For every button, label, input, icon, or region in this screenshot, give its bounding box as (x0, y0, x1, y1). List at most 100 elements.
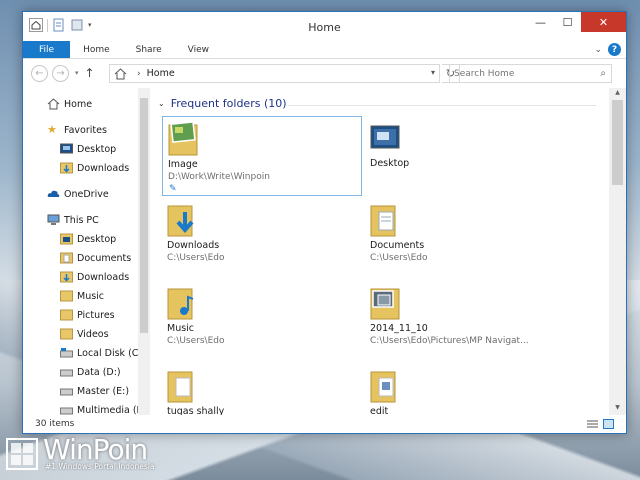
downloads-icon (60, 271, 73, 283)
sidebar-item-documents[interactable]: Documents (60, 250, 131, 266)
help-icon[interactable]: ? (608, 43, 621, 56)
tab-file[interactable]: File (23, 41, 71, 58)
drive-icon (60, 407, 73, 415)
nav-scrollbar-thumb[interactable] (140, 98, 148, 333)
group-divider (288, 105, 596, 106)
address-bar-row: ← → ▾ ↑ › Home ▾ ↻ ⌕ (23, 59, 626, 87)
sidebar-item-label: OneDrive (64, 188, 109, 200)
group-title: Frequent folders (10) (170, 97, 287, 110)
expand-ribbon-icon[interactable]: ⌄ (594, 45, 602, 55)
sidebar-item-label: Favorites (64, 124, 107, 136)
home-icon (114, 67, 127, 79)
sidebar-item-desktop[interactable]: Desktop (60, 141, 116, 157)
minimize-button[interactable]: — (527, 12, 554, 32)
folder-tile-image[interactable]: Image D:\Work\Write\Winpoin ✎ (162, 116, 362, 196)
sidebar-item-pictures[interactable]: Pictures (60, 307, 115, 323)
sidebar-item-music[interactable]: Music (60, 288, 104, 304)
sidebar-item-local-disk-c[interactable]: Local Disk (C:) (60, 345, 145, 361)
sidebar-item-data-d[interactable]: Data (D:) (60, 364, 121, 380)
image-folder-icon (168, 121, 198, 156)
drive-icon (60, 388, 73, 396)
documents-folder-icon (370, 205, 396, 237)
view-toggle (587, 419, 614, 429)
photo-folder-icon (370, 288, 400, 320)
star-icon: ★ (47, 123, 57, 136)
folder-name: Documents (370, 240, 425, 251)
winpoin-watermark: WinPoin #1 Windows Portal Indonesia (5, 436, 155, 471)
drive-icon (60, 369, 73, 377)
details-view-icon[interactable] (587, 419, 598, 429)
large-icons-view-icon[interactable] (603, 419, 614, 429)
folder-tile-downloads[interactable]: Downloads C:\Users\Edo (162, 198, 362, 278)
breadcrumb-chevron-icon[interactable]: › (137, 69, 141, 79)
cloud-icon (47, 190, 60, 197)
sidebar-item-downloads[interactable]: Downloads (60, 160, 129, 176)
folder-name: Music (167, 323, 195, 334)
folder-path: D:\Work\Write\Winpoin (168, 172, 270, 182)
address-box[interactable]: › Home ▾ (109, 64, 440, 83)
folder-icon (370, 371, 396, 403)
folder-tile-tugas-shally[interactable]: tugas shally (162, 364, 362, 415)
maximize-button[interactable]: ☐ (554, 12, 581, 32)
main-scrollbar[interactable]: ▲ ▼ (609, 88, 626, 415)
content-area: Home ★ Favorites Desktop Downloads OneDr… (23, 88, 626, 415)
tab-view[interactable]: View (175, 41, 222, 58)
breadcrumb-home[interactable]: Home (147, 68, 175, 79)
downloads-folder-icon (167, 205, 194, 237)
folder-tile-music[interactable]: Music C:\Users\Edo (162, 281, 362, 361)
folder-name: Desktop (370, 158, 410, 169)
collapse-chevron-icon[interactable]: ⌄ (158, 99, 165, 108)
forward-button[interactable]: → (52, 64, 69, 82)
sidebar-item-label: Home (64, 98, 93, 110)
folder-tile-documents[interactable]: Documents C:\Users\Edo (365, 198, 565, 278)
scroll-down-icon[interactable]: ▼ (609, 404, 626, 414)
folder-tile-desktop[interactable]: Desktop (365, 116, 565, 196)
drive-icon (60, 348, 73, 358)
sidebar-item-label: Downloads (77, 271, 130, 283)
winpoin-logo-icon (6, 437, 38, 470)
status-bar: 30 items (23, 415, 626, 433)
sidebar-item-onedrive[interactable]: OneDrive (47, 186, 109, 202)
back-button[interactable]: ← (31, 64, 48, 82)
sidebar-item-master-e[interactable]: Master (E:) (60, 383, 129, 399)
sidebar-item-desktop-pc[interactable]: Desktop (60, 231, 116, 247)
item-count: 30 items (35, 419, 75, 429)
main-scrollbar-thumb[interactable] (612, 100, 623, 185)
sidebar-item-this-pc[interactable]: This PC (47, 212, 99, 228)
sidebar-item-home[interactable]: Home (47, 96, 92, 112)
desktop-icon (370, 125, 400, 149)
maximize-icon: ☐ (562, 15, 573, 29)
folder-name: tugas shally (167, 406, 225, 415)
folder-tile-2014-11-10[interactable]: 2014_11_10 C:\Users\Edo\Pictures\MP Navi… (365, 281, 565, 361)
watermark-subtitle: #1 Windows Portal Indonesia (45, 462, 155, 471)
home-icon (47, 98, 60, 110)
frequent-folders-header[interactable]: ⌄ Frequent folders (10) (158, 97, 287, 110)
music-folder-icon (167, 288, 194, 320)
search-input[interactable] (454, 68, 584, 79)
sidebar-item-videos[interactable]: Videos (60, 326, 109, 342)
tab-share[interactable]: Share (123, 41, 175, 58)
tab-home[interactable]: Home (70, 41, 123, 58)
forward-arrow-icon: → (56, 67, 65, 79)
search-box: ⌕ (449, 64, 612, 83)
close-button[interactable]: ✕ (581, 12, 626, 32)
downloads-icon (60, 162, 73, 174)
pin-icon[interactable]: ✎ (169, 184, 177, 194)
sidebar-item-multimedia-f[interactable]: Multimedia (F (60, 402, 142, 415)
title-bar: ▾ Home — ☐ ✕ (23, 12, 626, 41)
address-dropdown-icon[interactable]: ▾ (431, 68, 435, 77)
up-arrow-icon[interactable]: ↑ (85, 66, 95, 80)
folder-icon (167, 371, 193, 403)
search-icon[interactable]: ⌕ (600, 68, 606, 79)
folder-name: 2014_11_10 (370, 323, 428, 334)
recent-locations-dropdown-icon[interactable]: ▾ (75, 69, 79, 77)
folder-icon (60, 328, 73, 340)
sidebar-item-favorites[interactable]: ★ Favorites (47, 122, 107, 138)
nav-scrollbar[interactable] (138, 88, 150, 415)
folder-tile-edit[interactable]: edit (365, 364, 565, 415)
scroll-up-icon[interactable]: ▲ (609, 89, 626, 99)
window-controls: — ☐ ✕ (527, 12, 626, 32)
sidebar-item-label: Documents (77, 252, 132, 264)
sidebar-item-label: Data (D:) (77, 366, 121, 378)
sidebar-item-downloads-pc[interactable]: Downloads (60, 269, 129, 285)
